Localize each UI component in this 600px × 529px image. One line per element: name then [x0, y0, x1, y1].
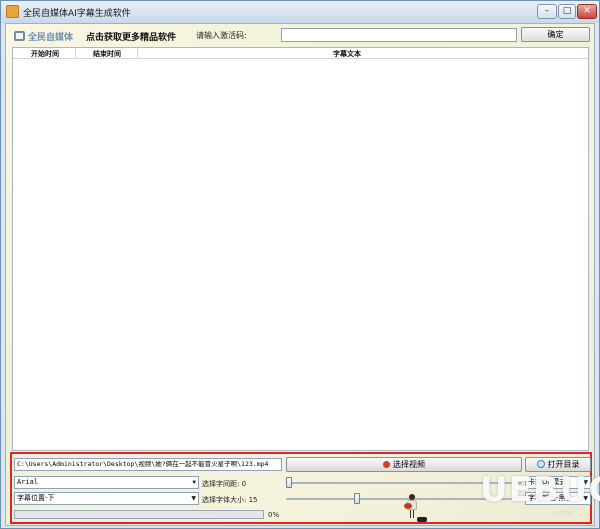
- column-start-time[interactable]: 开始时间: [31, 49, 59, 59]
- logo-text: 全民自媒体: [28, 33, 74, 43]
- slider-thumb[interactable]: [354, 493, 360, 504]
- open-directory-label: 打开目录: [547, 460, 580, 469]
- play-circle-icon: [536, 460, 545, 468]
- confirm-button[interactable]: 确定: [521, 27, 590, 42]
- logo-icon: [14, 31, 25, 41]
- chevron-down-icon: ▼: [191, 495, 196, 502]
- activation-code-label: 请输入激活码:: [196, 31, 247, 40]
- position-select[interactable]: 字幕位置-下 ▼: [14, 492, 199, 505]
- cat-illustration: [417, 517, 427, 522]
- site-watermark: UEBUG: [480, 470, 600, 510]
- close-button[interactable]: ✕: [577, 4, 597, 19]
- subtitle-list[interactable]: 开始时间 结束时间 字幕文本: [12, 47, 589, 451]
- app-icon: [6, 5, 19, 18]
- record-icon: [383, 461, 390, 468]
- minimize-button[interactable]: –: [537, 4, 557, 19]
- progress-label: 0%: [268, 511, 280, 519]
- choose-video-label: 选择视频: [393, 460, 425, 469]
- activation-code-input[interactable]: [281, 28, 517, 42]
- chevron-down-icon: ▼: [192, 479, 196, 486]
- font-select-value: Arial: [17, 478, 39, 486]
- column-subtitle-text[interactable]: 字幕文本: [333, 49, 361, 59]
- window-title: 全民自媒体AI字幕生成软件: [23, 9, 131, 19]
- position-select-value: 字幕位置-下: [17, 494, 55, 502]
- promo-link[interactable]: 点击获取更多精品软件: [86, 30, 176, 43]
- app-window: 全民自媒体AI字幕生成软件 – □ ✕ 全民自媒体 点击获取更多精品软件 请输入…: [0, 0, 600, 529]
- subtitle-list-header: 开始时间 结束时间 字幕文本: [13, 48, 588, 59]
- font-select[interactable]: Arial ▼: [14, 476, 199, 489]
- column-separator: [75, 48, 76, 59]
- main-panel: 全民自媒体 点击获取更多精品软件 请输入激活码: 确定 开始时间 结束时间 字幕…: [5, 23, 595, 526]
- slider-thumb[interactable]: [286, 477, 292, 488]
- app-logo: 全民自媒体: [14, 29, 74, 43]
- spacing-label: 选择字间距: 0: [202, 480, 247, 488]
- maximize-button[interactable]: □: [558, 4, 576, 19]
- column-end-time[interactable]: 结束时间: [93, 49, 121, 59]
- column-separator: [137, 48, 138, 59]
- site-watermark-suffix: .com: [552, 509, 572, 518]
- progress-bar: [14, 510, 264, 519]
- video-path-field[interactable]: C:\Users\Administrator\Desktop\视频\她?俩在一起…: [14, 458, 282, 471]
- font-size-label: 选择字体大小: 15: [202, 496, 258, 504]
- title-bar: 全民自媒体AI字幕生成软件 – □ ✕: [1, 1, 599, 23]
